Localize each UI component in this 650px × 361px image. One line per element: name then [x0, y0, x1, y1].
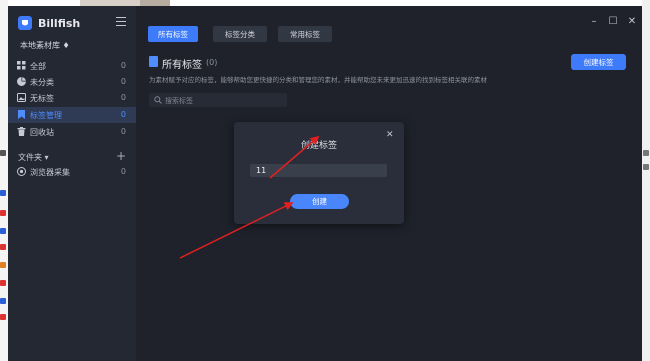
library-selector[interactable]: 本地素材库 ♦	[20, 40, 70, 51]
sidebar-item-untagged[interactable]: 无标签 0	[8, 90, 136, 106]
dialog-create-button[interactable]: 创建	[290, 194, 349, 209]
tag-name-input[interactable]: 11	[250, 164, 387, 177]
add-folder-button[interactable]: +	[116, 149, 126, 163]
bookmark-icon	[18, 110, 25, 119]
sidebar-item-all[interactable]: 全部 0	[8, 58, 136, 74]
search-tags-input[interactable]: 搜索标签	[149, 93, 287, 107]
sidebar-item-tag-management[interactable]: 标签管理 0	[8, 107, 136, 123]
sidebar-item-count: 0	[120, 77, 126, 86]
sidebar-item-count: 0	[120, 110, 126, 119]
trash-icon	[17, 127, 26, 136]
sidebar: Billfish 本地素材库 ♦ 全部 0 未分类 0 无标签 0 标签管理 0…	[8, 6, 136, 361]
sidebar-item-label: 无标签	[30, 94, 54, 103]
hamburger-menu-icon[interactable]	[116, 17, 126, 27]
dialog-title: 创建标签	[300, 141, 337, 151]
sidebar-item-label: 浏览器采集	[30, 168, 70, 177]
desktop-right-strip	[642, 0, 650, 361]
desktop-left-strip	[0, 0, 8, 361]
search-placeholder: 搜索标签	[165, 97, 193, 105]
tag-section-icon	[149, 56, 158, 67]
billfish-logo	[18, 16, 32, 30]
maximize-button[interactable]: ☐	[607, 16, 619, 28]
sidebar-item-browser-collect[interactable]: 浏览器采集 0	[8, 164, 136, 180]
sidebar-item-label: 全部	[30, 62, 46, 71]
sidebar-item-label: 回收站	[30, 128, 54, 137]
sidebar-item-label: 标签管理	[30, 111, 62, 120]
sidebar-item-count: 0	[120, 61, 126, 70]
page-title: 所有标签	[162, 60, 202, 71]
tag-count: (0)	[206, 58, 218, 67]
create-tag-dialog: 创建标签 ✕ 11 创建	[234, 122, 404, 224]
image-icon	[17, 93, 26, 102]
folders-section-title[interactable]: 文件夹 ▾	[18, 152, 49, 163]
grid-icon	[17, 61, 26, 70]
sidebar-item-label: 未分类	[30, 78, 54, 87]
tab-common-tags[interactable]: 常用标签	[278, 26, 332, 42]
sidebar-item-count: 0	[120, 127, 126, 136]
sidebar-item-count: 0	[120, 93, 126, 102]
minimize-button[interactable]: –	[588, 16, 600, 28]
globe-icon	[17, 167, 26, 176]
search-icon	[154, 96, 162, 104]
create-tag-button[interactable]: 创建标签	[571, 54, 626, 70]
tab-all-tags[interactable]: 所有标签	[148, 26, 198, 42]
sidebar-item-count: 0	[120, 167, 126, 176]
sidebar-item-uncategorized[interactable]: 未分类 0	[8, 74, 136, 90]
tab-tag-categories[interactable]: 标签分类	[213, 26, 267, 42]
pie-icon	[17, 77, 26, 86]
section-description: 为素材赋予对应的标签，能够帮助您更快捷的分类和管理您的素材，并能帮助您未来更加迅…	[149, 76, 487, 84]
sidebar-item-trash[interactable]: 回收站 0	[8, 124, 136, 140]
dialog-close-button[interactable]: ✕	[386, 130, 394, 140]
close-window-button[interactable]: ✕	[626, 16, 638, 28]
app-name: Billfish	[38, 17, 81, 30]
